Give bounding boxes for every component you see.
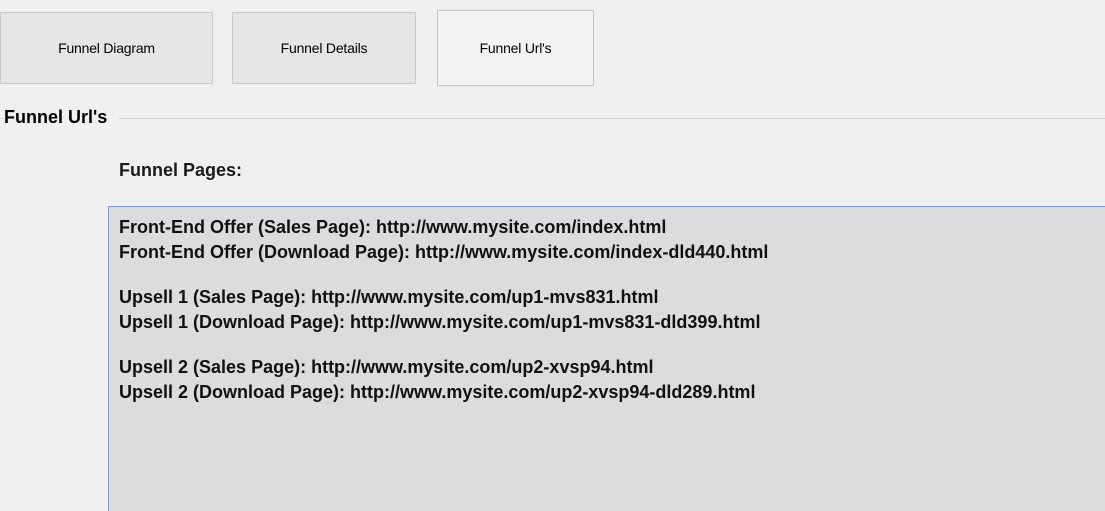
page-url-line: Upsell 1 (Download Page): http://www.mys… [119, 312, 761, 332]
page-url-line: Front-End Offer (Download Page): http://… [119, 242, 769, 262]
tab-funnel-diagram[interactable]: Funnel Diagram [0, 12, 213, 84]
page-url-line: Upsell 1 (Sales Page): http://www.mysite… [119, 287, 659, 307]
group-title: Funnel Url's [4, 107, 120, 128]
tab-label: Funnel Details [280, 40, 368, 56]
tab-label: Funnel Diagram [58, 40, 155, 56]
funnel-pages-label: Funnel Pages: [119, 160, 243, 180]
tab-label: Funnel Url's [479, 40, 552, 56]
page-url-line: Upsell 2 (Download Page): http://www.mys… [119, 382, 756, 402]
tab-strip: Funnel Diagram Funnel Details Funnel Url… [0, 0, 1105, 92]
tab-funnel-urls[interactable]: Funnel Url's [437, 10, 594, 86]
funnel-pages-textarea[interactable]: Front-End Offer (Sales Page): http://www… [108, 206, 1105, 511]
page-url-line: Upsell 2 (Sales Page): http://www.mysite… [119, 357, 654, 377]
page-url-line: Front-End Offer (Sales Page): http://www… [119, 217, 667, 237]
group-box-border [0, 118, 1105, 119]
tab-funnel-details[interactable]: Funnel Details [232, 12, 416, 84]
